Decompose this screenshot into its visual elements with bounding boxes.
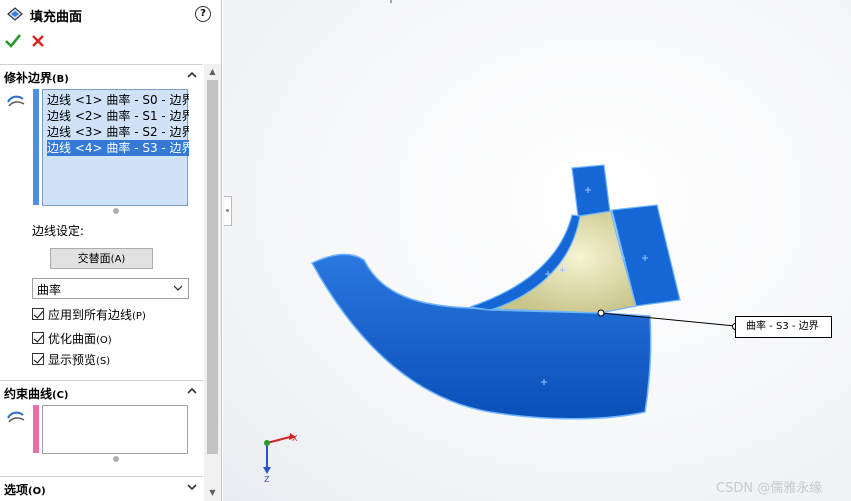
- triad-z-label: Z: [264, 475, 270, 484]
- checkbox-box[interactable]: [32, 353, 44, 365]
- section-key-constraint-curves: (C): [52, 390, 69, 401]
- chevron-down-icon[interactable]: [186, 481, 198, 493]
- apply-all-edges-label: 应用到所有边线: [48, 308, 133, 322]
- panel-collapse-handle[interactable]: [224, 196, 232, 226]
- list-item[interactable]: 边线 <1> 曲率 - S0 - 边界: [47, 92, 189, 108]
- list-resize-handle[interactable]: [113, 208, 119, 214]
- show-preview-label: 显示预览: [48, 353, 97, 367]
- list-item[interactable]: 边线 <3> 曲率 - S2 - 边界: [47, 124, 189, 140]
- section-label-patch-boundary: 修补边界: [4, 71, 53, 85]
- checkbox-box[interactable]: [32, 332, 44, 344]
- constraint-color-bar: [33, 405, 39, 453]
- constraint-curves-list[interactable]: [42, 405, 188, 454]
- ok-checkmark-button[interactable]: [4, 32, 22, 50]
- scroll-up-arrow[interactable]: ▲: [204, 64, 221, 80]
- chevron-up-icon[interactable]: [186, 69, 198, 81]
- section-key-options: (O): [28, 486, 46, 497]
- alternate-face-key: (A): [110, 254, 126, 265]
- show-preview-key: (S): [96, 356, 111, 367]
- section-header-constraint-curves[interactable]: 约束曲线(C): [0, 380, 203, 402]
- property-manager-panel: 填充曲面 ? 修补边界(B) 边线 <1> 曲率 - S0 - 边界 边线 <2…: [0, 0, 222, 501]
- list-resize-handle[interactable]: [113, 456, 119, 462]
- apply-all-edges-checkbox[interactable]: 应用到所有边线(P): [32, 305, 192, 323]
- section-label-constraint-curves: 约束曲线: [4, 387, 53, 401]
- watermark-text: CSDN @儒雅永缘: [716, 481, 823, 496]
- panel-title: 填充曲面: [30, 10, 83, 25]
- section-header-patch-boundary[interactable]: 修补边界(B): [0, 64, 203, 86]
- model-view[interactable]: X Z: [223, 0, 851, 501]
- optimize-surface-key: (O): [96, 335, 112, 346]
- edge-select-icon: [7, 95, 25, 107]
- curvature-select[interactable]: 曲率: [32, 278, 189, 299]
- chevron-up-icon[interactable]: [186, 385, 198, 397]
- alternate-face-label: 交替面: [77, 252, 111, 265]
- apply-all-edges-key: (P): [132, 311, 146, 322]
- panel-title-bar: 填充曲面 ?: [0, 0, 221, 28]
- curvature-select-value: 曲率: [37, 283, 62, 297]
- scroll-thumb[interactable]: [207, 80, 218, 454]
- help-icon[interactable]: ?: [195, 6, 211, 22]
- chevron-down-icon: [174, 285, 182, 291]
- list-item-selected[interactable]: 边线 <4> 曲率 - S3 - 边界: [47, 140, 189, 156]
- triad-x-label: X: [292, 434, 298, 443]
- section-header-options[interactable]: 选项(O): [0, 476, 203, 498]
- reference-triad-icon: X Z: [263, 433, 298, 484]
- panel-scrollbar[interactable]: ▲ ▼: [204, 64, 221, 501]
- alternate-face-button[interactable]: 交替面(A): [50, 248, 153, 269]
- show-preview-checkbox[interactable]: 显示预览(S): [32, 350, 192, 368]
- curve-select-icon: [7, 411, 25, 423]
- edge-settings-label: 边线设定:: [32, 224, 85, 238]
- optimize-surface-label: 优化曲面: [48, 332, 97, 346]
- selected-edge-point[interactable]: [597, 309, 605, 317]
- checkbox-box[interactable]: [32, 308, 44, 320]
- edge-callout-label[interactable]: 曲率 - S3 - 边界: [735, 316, 832, 338]
- fill-surface-icon: [7, 7, 23, 21]
- graphics-viewport[interactable]: X Z 曲率 - S3 - 边界 CSDN @儒雅永缘: [223, 0, 851, 501]
- boundary-color-bar: [33, 89, 39, 205]
- list-item[interactable]: 边线 <2> 曲率 - S1 - 边界: [47, 108, 189, 124]
- patch-boundary-list[interactable]: 边线 <1> 曲率 - S0 - 边界 边线 <2> 曲率 - S1 - 边界 …: [42, 89, 189, 206]
- optimize-surface-checkbox[interactable]: 优化曲面(O): [32, 329, 192, 347]
- section-label-options: 选项: [4, 483, 29, 497]
- cancel-x-button[interactable]: [30, 32, 46, 50]
- scroll-down-arrow[interactable]: ▼: [204, 485, 221, 501]
- section-key-patch-boundary: (B): [52, 74, 69, 85]
